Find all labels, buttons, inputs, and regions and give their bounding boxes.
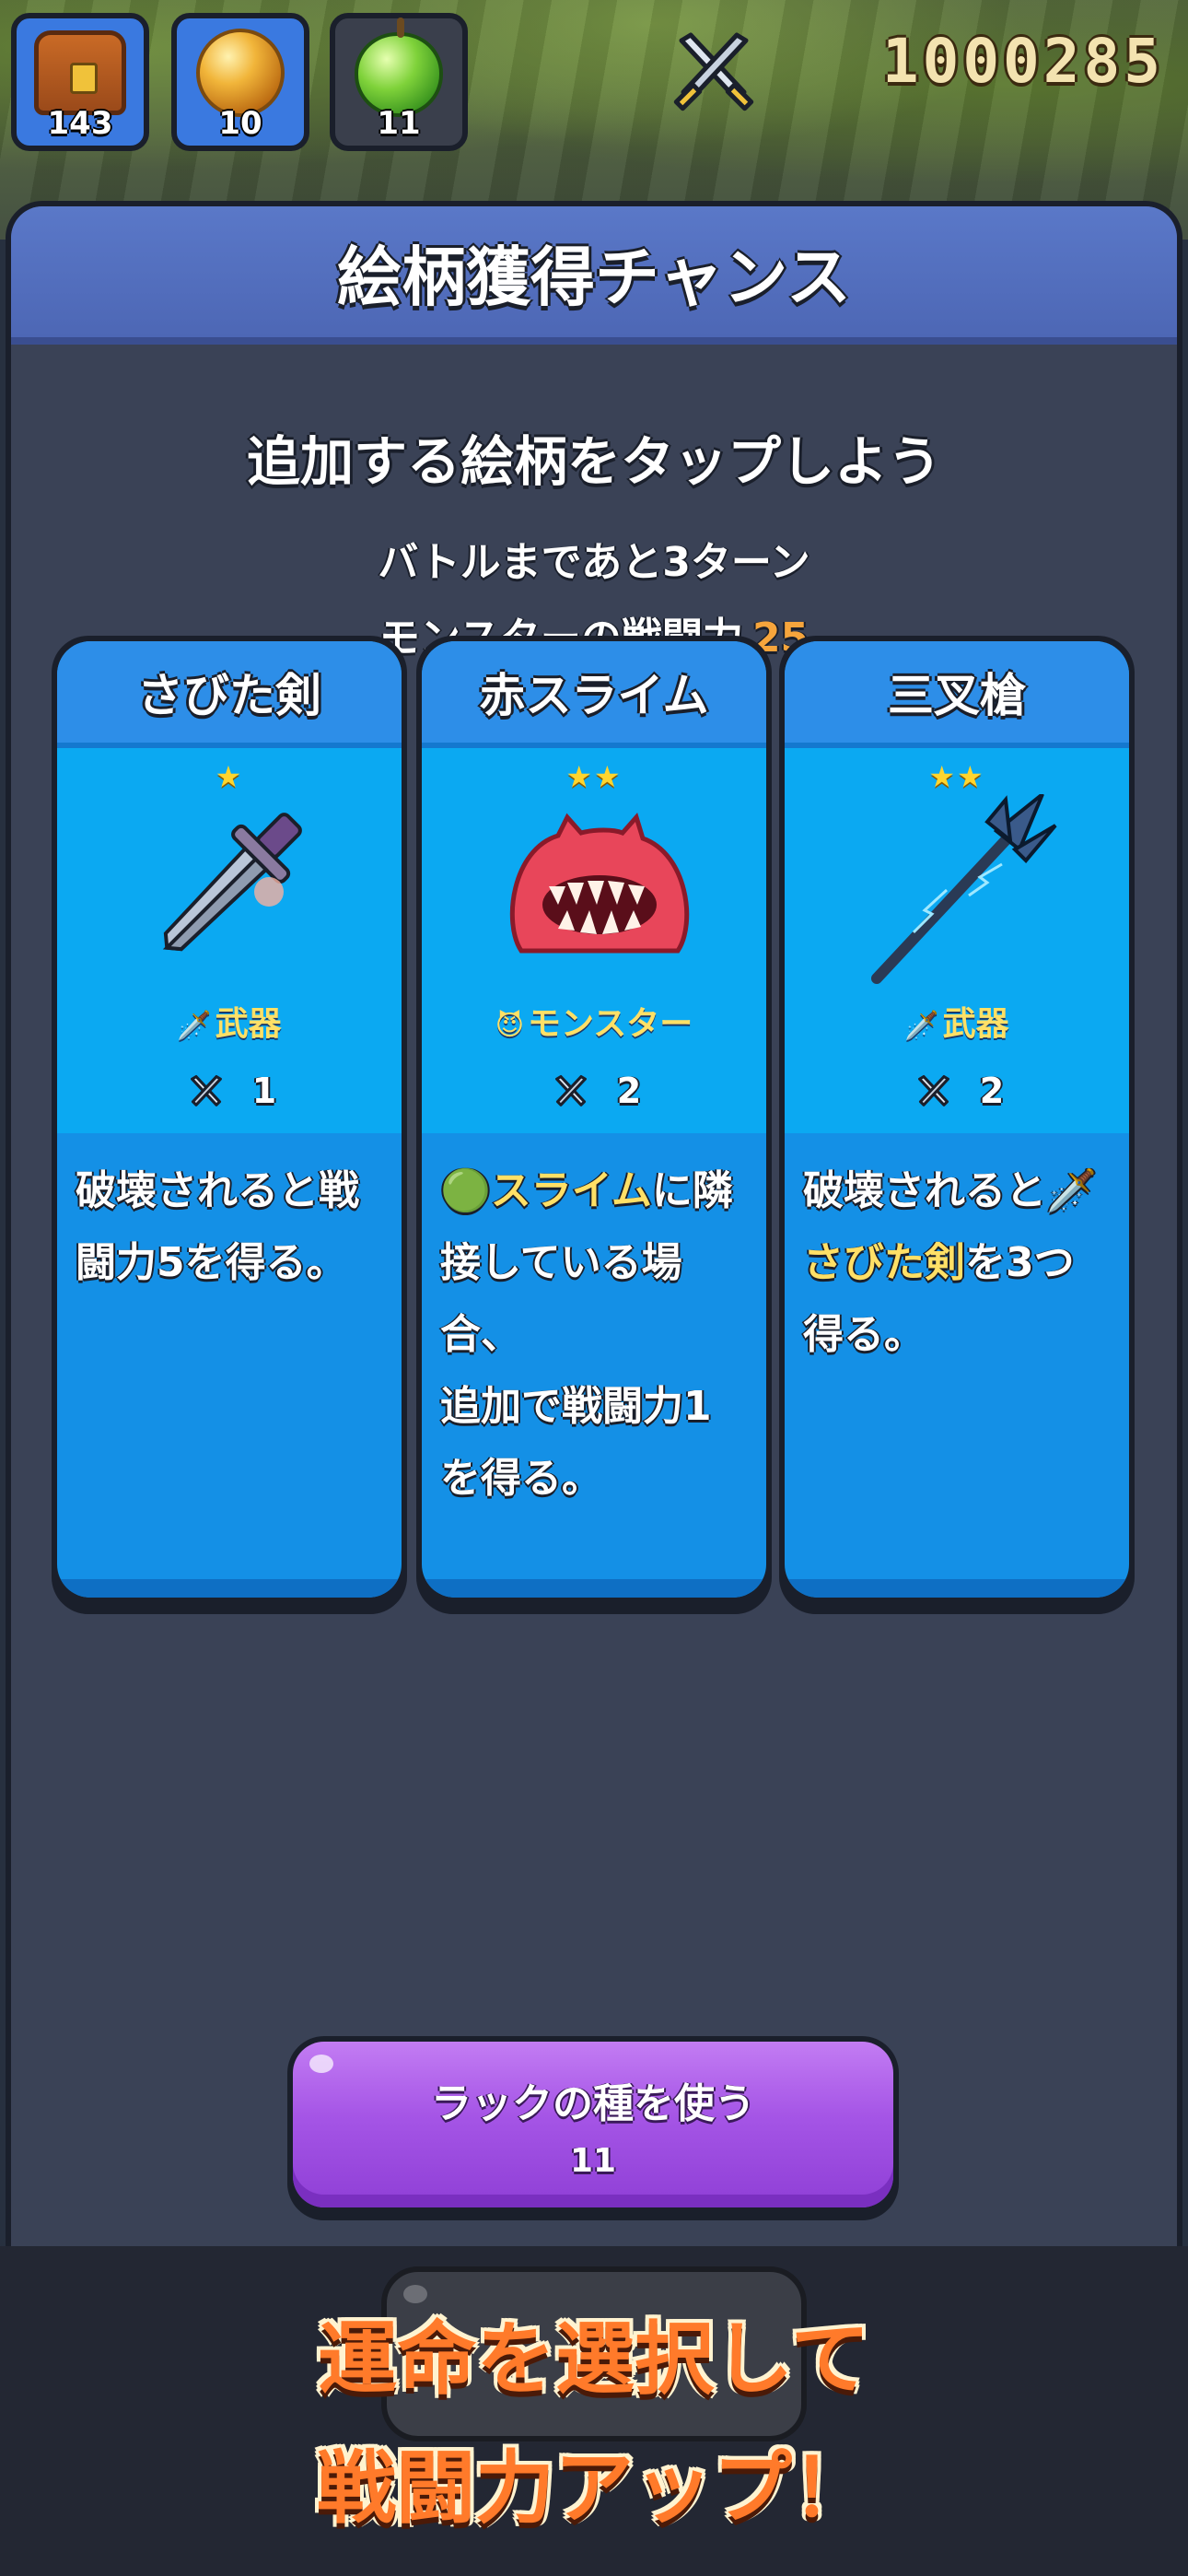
card-footer bbox=[785, 1579, 1129, 1598]
use-luck-seed-button[interactable]: ラックの種を使う 11 bbox=[287, 2036, 899, 2220]
turns-remaining: バトルまであと3ターン bbox=[378, 539, 810, 586]
card-power-value: 2 bbox=[979, 1071, 1005, 1111]
desc-line: 得る。 bbox=[803, 1311, 925, 1358]
desc-line: 接している場合、 bbox=[440, 1239, 682, 1358]
symbol-card-red-slime[interactable]: 赤スライム ★★ 😈 モンスター 2 🟢スライムに隣 接している場合、 追加で戦… bbox=[416, 636, 772, 1614]
apple-count: 11 bbox=[377, 105, 421, 142]
desc-text: に隣 bbox=[651, 1167, 733, 1214]
card-header: さびた剣 bbox=[57, 641, 402, 748]
card-art-area: ★★ 😈 モンスター 2 bbox=[422, 748, 766, 1133]
card-body: 赤スライム ★★ 😈 モンスター 2 🟢スライムに隣 接している場合、 追加で戦… bbox=[422, 641, 766, 1598]
card-power: 2 bbox=[785, 1071, 1129, 1114]
desc-text: を3つ bbox=[965, 1239, 1075, 1286]
card-power: 2 bbox=[422, 1071, 766, 1114]
star-icon: ★★ bbox=[928, 759, 985, 794]
card-power-value: 1 bbox=[251, 1071, 277, 1111]
card-type: 😈 モンスター bbox=[422, 997, 766, 1045]
star-icon: ★★ bbox=[565, 759, 623, 794]
desc-line: 闘力5を得る。 bbox=[76, 1239, 347, 1286]
desc-line: さびた剣を3つ bbox=[803, 1227, 1111, 1299]
promo-line-2: 戦闘力アップ！ bbox=[317, 2442, 871, 2535]
card-body: 三叉槍 ★★ 🗡️ 武器 2 破壊されると🗡️ さびた剣を3つ 得る。 bbox=[785, 641, 1129, 1598]
desc-line: 追加で戦闘力1 bbox=[440, 1383, 712, 1430]
golden-orb-icon bbox=[196, 29, 285, 117]
trident-art bbox=[871, 794, 1057, 984]
treasure-chest-icon bbox=[34, 30, 126, 115]
desc-text: 破壊されると bbox=[803, 1167, 1046, 1214]
desc-line: 破壊されると🗡️ bbox=[803, 1155, 1111, 1227]
panel-header: 絵柄獲得チャンス bbox=[11, 206, 1177, 345]
card-name: さびた剣 bbox=[137, 669, 321, 722]
symbol-card-rusty-sword[interactable]: さびた剣 ★ 🗡️ 武器 1 破壊されると戦 闘力5を得る。 bbox=[52, 636, 407, 1614]
card-power-value: 2 bbox=[616, 1071, 642, 1111]
card-type: 🗡️ 武器 bbox=[785, 997, 1129, 1045]
desc-highlight: さびた剣 bbox=[803, 1239, 965, 1286]
card-body: さびた剣 ★ 🗡️ 武器 1 破壊されると戦 闘力5を得る。 bbox=[57, 641, 402, 1598]
card-description: 破壊されると戦 闘力5を得る。 bbox=[57, 1133, 402, 1299]
card-footer bbox=[422, 1579, 766, 1598]
desc-highlight: スライム bbox=[490, 1167, 652, 1214]
luck-button-face: ラックの種を使う 11 bbox=[293, 2042, 893, 2207]
slime-icon: 🟢 bbox=[440, 1167, 491, 1214]
card-name: 三叉槍 bbox=[888, 669, 1026, 722]
star-icon: ★ bbox=[215, 759, 244, 794]
card-description: 🟢スライムに隣 接している場合、 追加で戦闘力1 を得る。 bbox=[422, 1133, 766, 1515]
chest-count: 143 bbox=[47, 105, 113, 142]
desc-line: を得る。 bbox=[440, 1455, 602, 1502]
desc-line: 🟢スライムに隣 bbox=[440, 1155, 748, 1227]
card-art-area: ★ 🗡️ 武器 1 bbox=[57, 748, 402, 1133]
card-type-label: 武器 bbox=[942, 1005, 1009, 1043]
score-display: 1000285 bbox=[881, 26, 1164, 97]
card-power: 1 bbox=[57, 1071, 402, 1114]
orb-count: 10 bbox=[218, 105, 262, 142]
card-header: 三叉槍 bbox=[785, 641, 1129, 748]
weapon-icon: 🗡️ bbox=[177, 1010, 212, 1042]
red-slime-art bbox=[509, 813, 690, 954]
crossed-swords-icon bbox=[917, 1074, 949, 1107]
rusty-sword-art bbox=[162, 813, 302, 952]
luck-button-count: 11 bbox=[569, 2141, 617, 2180]
card-type: 🗡️ 武器 bbox=[57, 997, 402, 1045]
promo-line-1: 運命を選択して bbox=[318, 2313, 870, 2406]
devil-icon: 😈 bbox=[495, 1010, 524, 1042]
chest-counter[interactable]: 143 bbox=[11, 13, 149, 151]
card-art-area: ★★ 🗡️ 武器 2 bbox=[785, 748, 1129, 1133]
symbol-card-trident[interactable]: 三叉槍 ★★ 🗡️ 武器 2 破壊されると🗡️ さびた剣を3つ 得る。 bbox=[779, 636, 1135, 1614]
desc-line: 破壊されると戦 bbox=[76, 1167, 359, 1214]
card-name: 赤スライム bbox=[479, 669, 709, 722]
card-type-label: 武器 bbox=[215, 1005, 282, 1043]
orb-counter[interactable]: 10 bbox=[171, 13, 309, 151]
crossed-swords-icon bbox=[554, 1074, 587, 1107]
panel-title: 絵柄獲得チャンス bbox=[337, 239, 851, 315]
card-footer bbox=[57, 1579, 402, 1598]
weapon-icon: 🗡️ bbox=[904, 1010, 939, 1042]
apple-counter[interactable]: 11 bbox=[330, 13, 468, 151]
crossed-swords-icon bbox=[190, 1074, 222, 1107]
luck-button-label: ラックの種を使う bbox=[431, 2079, 755, 2127]
rusty-sword-icon: 🗡️ bbox=[1046, 1167, 1097, 1214]
card-description: 破壊されると🗡️ さびた剣を3つ 得る。 bbox=[785, 1133, 1129, 1371]
crossed-swords-icon bbox=[673, 32, 754, 111]
instruction-text: 追加する絵柄をタップしよう bbox=[246, 430, 941, 493]
card-type-label: モンスター bbox=[528, 1005, 693, 1043]
card-header: 赤スライム bbox=[422, 641, 766, 748]
